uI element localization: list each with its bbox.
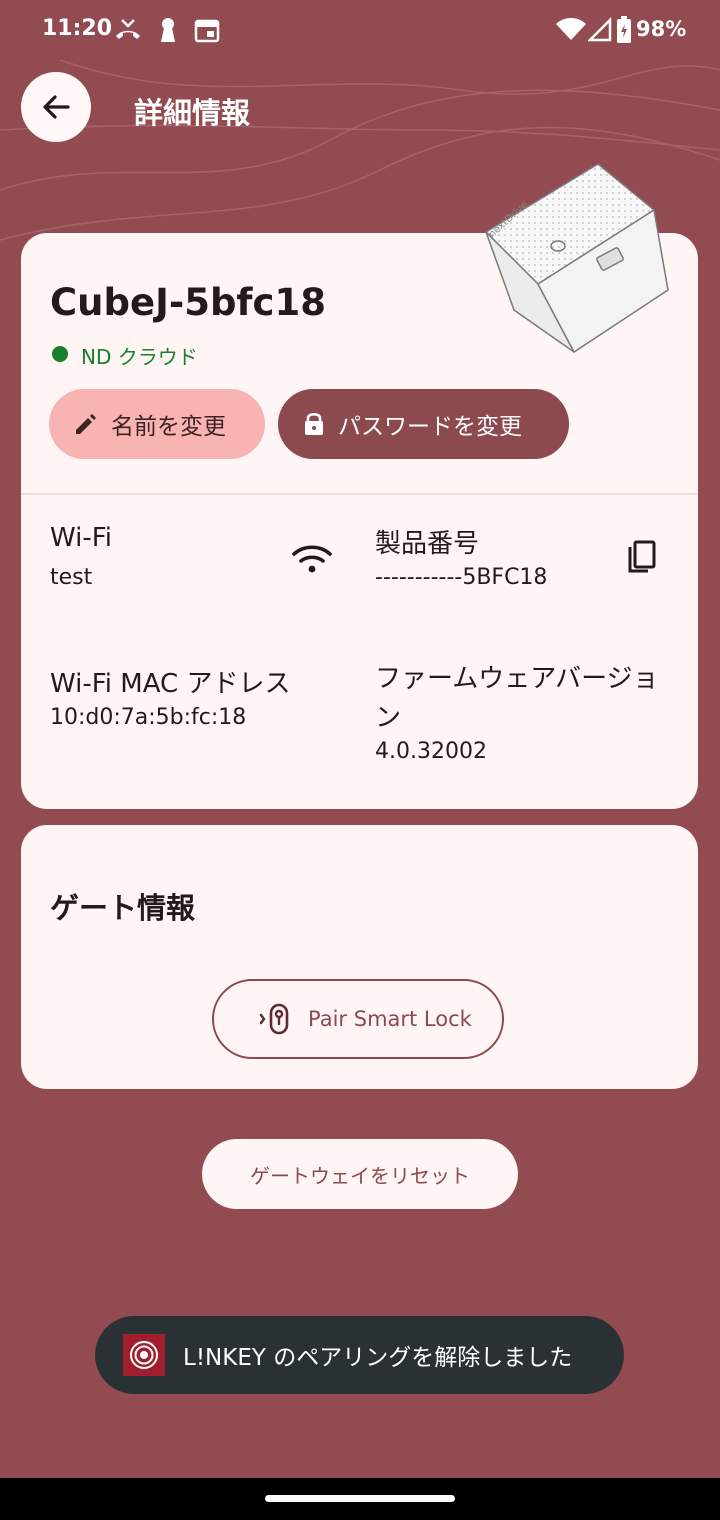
mac-value: 10:d0:7a:5b:fc:18 [50,705,247,730]
firmware-value: 4.0.32002 [375,739,487,764]
arrow-back-icon [43,95,70,119]
serial-label: 製品番号 [375,529,480,559]
serial-value: -----------5BFC18 [375,565,548,590]
gate-title: ゲート情報 [50,891,196,925]
change-password-label: パスワードを変更 [338,414,522,440]
status-time: 11:20 [42,16,113,41]
mac-label: Wi-Fi MAC アドレス [50,669,291,699]
wifi-icon [292,545,332,573]
calendar-icon [194,19,220,43]
lock-icon [305,412,323,435]
rename-label: 名前を変更 [111,414,226,440]
pair-smart-lock-label: Pair Smart Lock [308,1007,472,1031]
snackbar-message: L!NKEY のペアリングを解除しました [183,1345,573,1371]
wifi-label: Wi-Fi [50,523,113,553]
status-dot-icon [52,346,68,362]
smart-lock-icon [259,1003,289,1035]
copy-icon[interactable] [625,539,659,577]
missed-call-icon [116,19,140,39]
pair-smart-lock-button[interactable]: Pair Smart Lock [212,979,504,1059]
rename-button[interactable]: 名前を変更 [49,389,265,459]
divider [21,493,698,495]
linkey-app-icon [123,1334,165,1376]
firmware-label-continued: ン [375,703,402,733]
reset-gateway-label: ゲートウェイをリセット [250,1163,470,1188]
firmware-label: ファームウェアバージョ [375,664,659,694]
device-name: CubeJ-5bfc18 [50,281,326,324]
reset-gateway-button[interactable]: ゲートウェイをリセット [202,1139,518,1209]
pencil-icon [76,414,96,434]
connection-status: ND クラウド [81,345,198,369]
battery-percent: 98% [636,17,687,41]
gate-card: ゲート情報 Pair Smart Lock [21,825,698,1089]
keyhole-icon [161,18,175,42]
navigation-bar [0,1478,720,1520]
gateway-device-image: nextDrive [484,163,669,354]
home-handle[interactable] [265,1495,455,1502]
wifi-icon [556,18,586,40]
back-button[interactable] [21,72,91,142]
snackbar: L!NKEY のペアリングを解除しました [95,1316,624,1394]
battery-icon [617,16,631,43]
wifi-value: test [50,565,93,590]
status-bar: 11:20 98% [0,0,720,60]
page-title: 詳細情報 [134,96,251,130]
change-password-button[interactable]: パスワードを変更 [278,389,569,459]
signal-icon [588,16,612,42]
